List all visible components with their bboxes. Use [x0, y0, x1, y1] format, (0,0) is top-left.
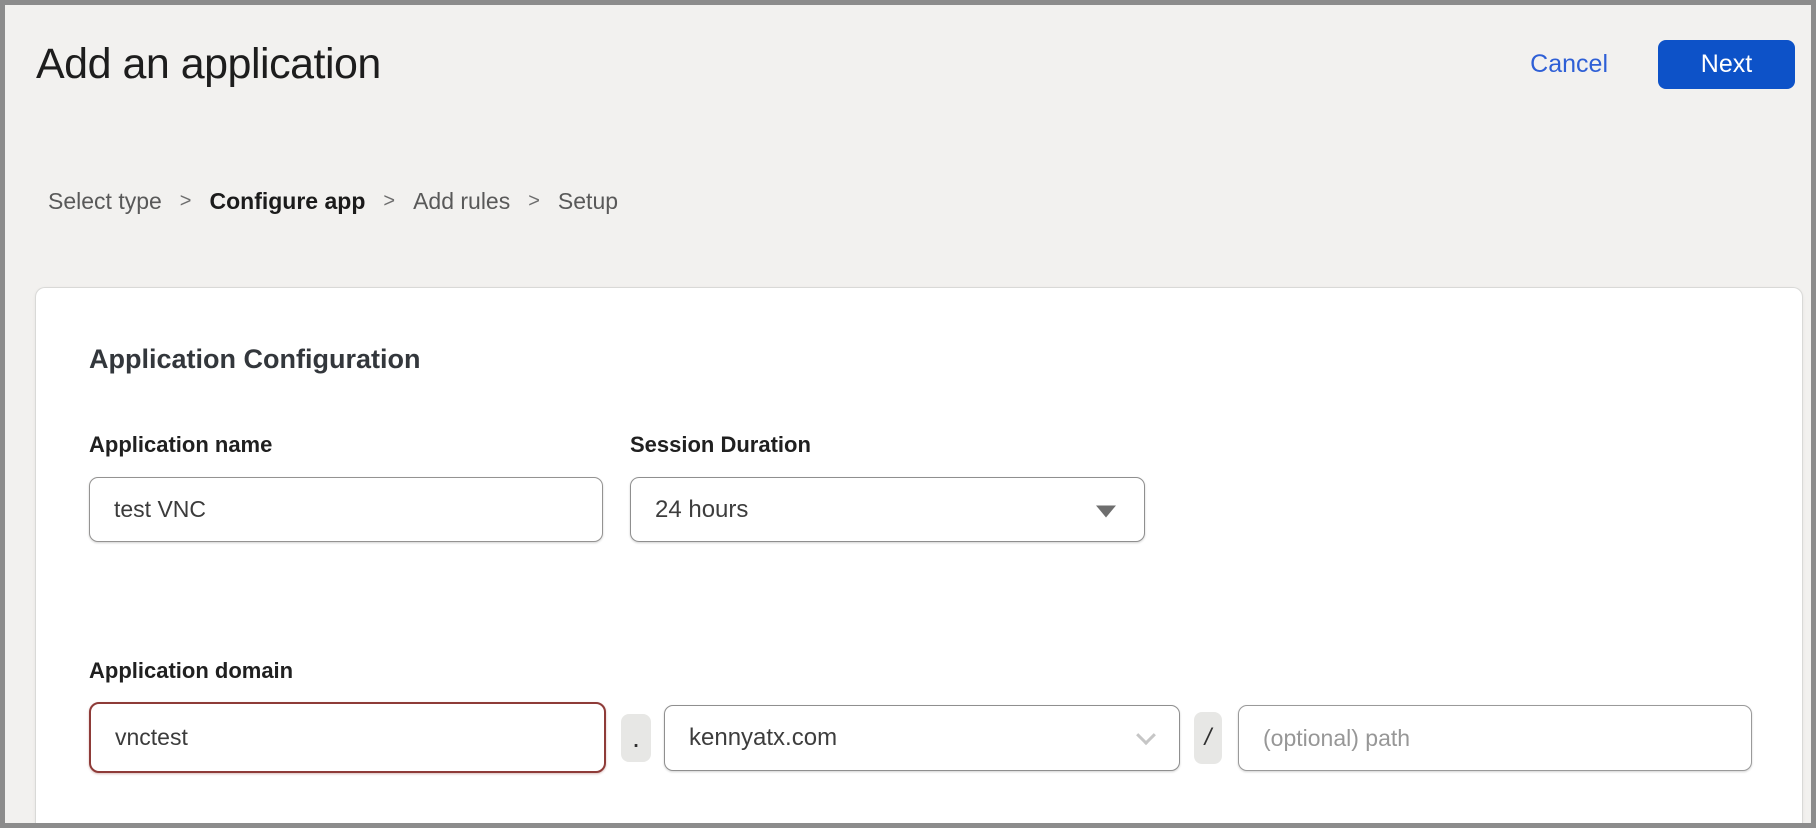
slash-separator: /	[1194, 712, 1222, 764]
application-domain-row: . kennyatx.com /	[89, 702, 1802, 774]
domain-selected-value: kennyatx.com	[689, 724, 837, 752]
breadcrumb-separator: >	[383, 190, 395, 213]
subdomain-input[interactable]	[89, 702, 606, 773]
page-title: Add an application	[36, 40, 381, 89]
breadcrumb-step-configure-app[interactable]: Configure app	[209, 188, 365, 215]
session-duration-label: Session Duration	[630, 432, 811, 458]
header-actions: Cancel Next	[1530, 40, 1795, 89]
next-button[interactable]: Next	[1658, 40, 1795, 89]
session-duration-select[interactable]: 24 hours	[630, 477, 1145, 542]
dot-separator: .	[621, 714, 651, 762]
path-input[interactable]	[1238, 705, 1752, 771]
application-domain-label: Application domain	[89, 658, 293, 684]
application-name-input[interactable]	[89, 477, 603, 542]
section-heading: Application Configuration	[89, 344, 420, 375]
breadcrumb-step-setup[interactable]: Setup	[558, 188, 618, 215]
breadcrumb-step-add-rules[interactable]: Add rules	[413, 188, 510, 215]
app-window: Add an application Cancel Next Select ty…	[0, 0, 1816, 828]
dropdown-triangle-icon	[1096, 505, 1116, 517]
breadcrumb-separator: >	[528, 190, 540, 213]
session-duration-selected-value: 24 hours	[655, 496, 748, 524]
breadcrumb-separator: >	[180, 190, 192, 213]
chevron-down-icon	[1136, 725, 1156, 745]
cancel-button[interactable]: Cancel	[1530, 50, 1608, 79]
domain-select[interactable]: kennyatx.com	[664, 705, 1180, 771]
breadcrumb: Select type > Configure app > Add rules …	[48, 188, 618, 215]
application-name-label: Application name	[89, 432, 272, 458]
application-configuration-card: Application Configuration Application na…	[35, 287, 1803, 823]
page-header: Add an application Cancel Next	[36, 33, 1795, 95]
breadcrumb-step-select-type[interactable]: Select type	[48, 188, 162, 215]
